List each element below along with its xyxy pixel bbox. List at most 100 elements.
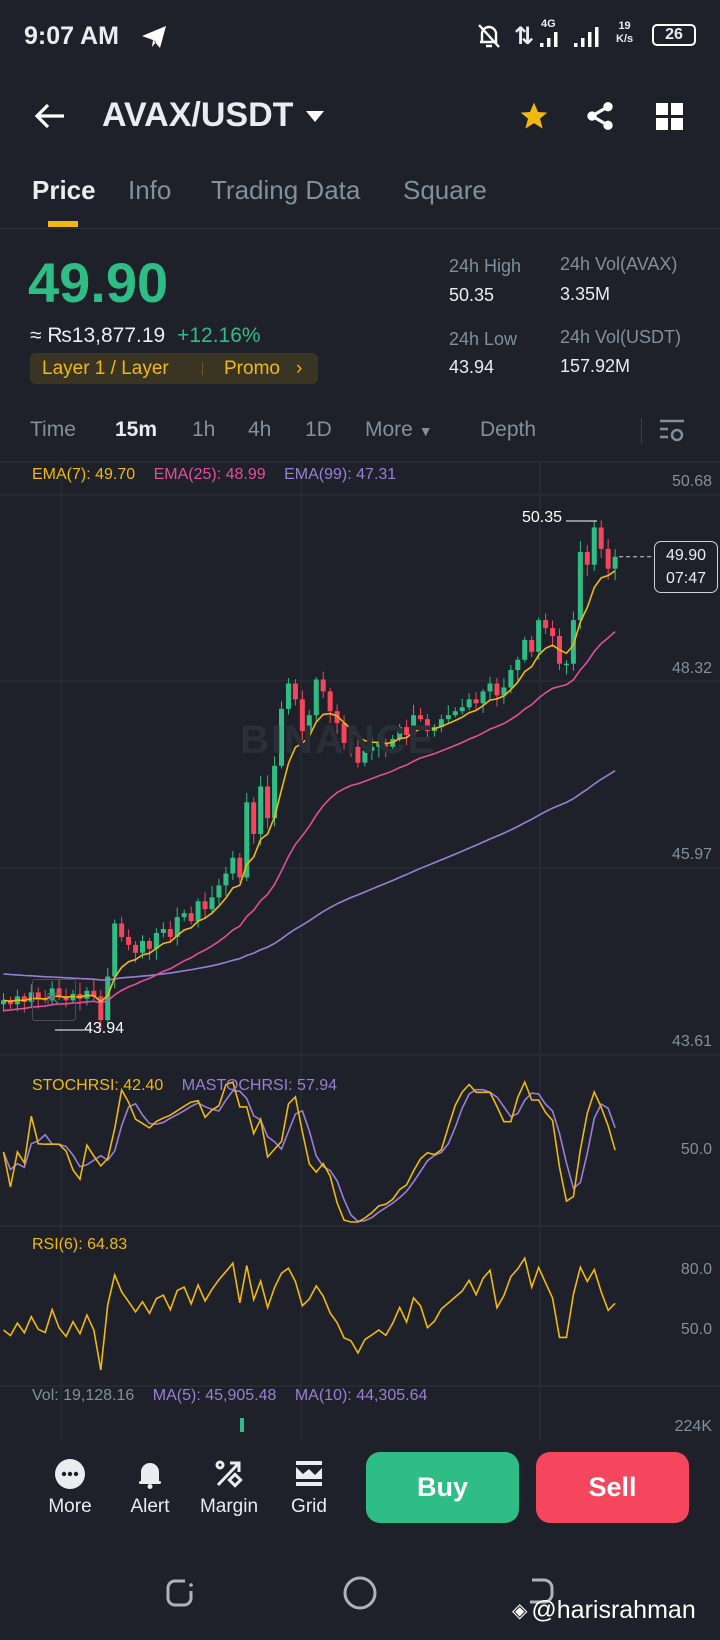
tag-separator [202, 362, 203, 375]
candle-up [258, 786, 264, 834]
marker-countdown: 07:47 [665, 570, 707, 587]
candle-down [557, 635, 562, 664]
candle-down [119, 923, 125, 937]
candle-up [459, 707, 465, 712]
more-icon [55, 1459, 85, 1489]
sell-button[interactable]: Sell [536, 1452, 689, 1523]
recent-apps-icon[interactable] [165, 1577, 195, 1609]
more-button[interactable]: More [30, 1458, 110, 1518]
high-label: 24h High [449, 256, 522, 276]
high-value: 50.35 [449, 285, 495, 305]
candle-down [550, 628, 556, 636]
tab-price[interactable]: Price [32, 175, 96, 206]
candle-up [577, 552, 583, 621]
tf-more[interactable]: More ▼ [365, 418, 433, 442]
watermark-handle: @harisrahman [531, 1596, 696, 1624]
tf-1d[interactable]: 1D [305, 418, 332, 442]
ema-legend: EMA(7): 49.70 EMA(25): 48.99 EMA(99): 47… [32, 466, 396, 484]
back-arrow-icon[interactable] [34, 102, 66, 130]
battery-indicator: 26 [652, 24, 696, 46]
candle-up [14, 996, 20, 1005]
tab-trading-data[interactable]: Trading Data [211, 175, 360, 206]
grid-menu-icon[interactable] [656, 103, 684, 131]
candle-down [126, 936, 132, 945]
candle-up [515, 659, 521, 671]
grid-trading-button[interactable]: Grid [269, 1458, 349, 1518]
notifications-off-icon [478, 24, 500, 48]
battery-level: 26 [665, 26, 683, 43]
margin-icon [215, 1460, 243, 1488]
candle-down [543, 620, 549, 629]
candle-down [598, 527, 604, 549]
net-speed-unit: K/s [616, 33, 634, 45]
candle-down [327, 691, 333, 712]
tf-15m[interactable]: 15m [115, 418, 157, 442]
candle-up [536, 620, 542, 652]
candle-up [508, 670, 514, 688]
rsi-tick: 80.0 [680, 1261, 712, 1278]
last-price-marker[interactable]: 49.90 07:47 [654, 541, 718, 593]
alert-button[interactable]: Alert [110, 1458, 190, 1518]
candle-up [272, 765, 278, 819]
candle-up [153, 932, 159, 949]
candle-down [529, 639, 535, 652]
marker-price: 49.90 [665, 547, 707, 564]
candle-up [181, 913, 187, 918]
candle-up [230, 857, 236, 874]
margin-button[interactable]: Margin [189, 1458, 269, 1518]
tf-4h[interactable]: 4h [248, 418, 271, 442]
buy-button[interactable]: Buy [366, 1452, 519, 1523]
candle-down [605, 548, 611, 569]
candle-up [522, 639, 528, 660]
candle-up [445, 715, 451, 720]
candle-up [140, 940, 145, 953]
share-icon[interactable] [584, 100, 616, 132]
net-speed: 19 K/s [616, 20, 633, 46]
price-change: +12.16% [177, 324, 261, 347]
candle-up [1, 1000, 6, 1005]
mastochrsi-value: MASTOCHRSI: 57.94 [181, 1077, 338, 1094]
grid-trading-icon [296, 1461, 322, 1486]
rsi-line [2, 1256, 616, 1371]
chart-watermark: BINANCE [240, 718, 437, 762]
candle-up [563, 663, 569, 666]
candle-up [195, 901, 201, 922]
vol-base-value: 3.35M [560, 284, 611, 304]
candle-up [591, 527, 597, 565]
last-price: 49.90 [28, 251, 169, 314]
category-tag[interactable]: Layer 1 / Layer Promo › [30, 353, 318, 384]
volume-tick: 224K [674, 1418, 712, 1432]
candle-up [487, 683, 493, 692]
stochrsi-value: STOCHRSI: 42.40 [32, 1077, 164, 1094]
tab-square[interactable]: Square [403, 175, 487, 206]
candle-down [7, 1000, 13, 1005]
active-tab-indicator [48, 221, 78, 227]
candle-up [244, 802, 250, 878]
favorite-star-icon[interactable] [518, 100, 550, 132]
ema99-line [3, 770, 616, 981]
net-speed-value: 19 [618, 20, 631, 32]
home-icon[interactable] [343, 1576, 377, 1610]
candle-down [21, 996, 27, 1002]
candle-up [216, 885, 222, 898]
ema7-value: EMA(7): 49.70 [32, 466, 136, 483]
tf-time[interactable]: Time [30, 418, 76, 442]
candle-up [570, 620, 576, 664]
candle-down [584, 552, 590, 565]
tag-label: Layer 1 / Layer [42, 358, 169, 379]
tab-info[interactable]: Info [128, 175, 171, 206]
max-price-label: 50.35 [522, 509, 563, 526]
pair-title: AVAX/USDT [102, 96, 294, 134]
tf-depth[interactable]: Depth [480, 418, 536, 442]
tf-1h[interactable]: 1h [192, 418, 215, 442]
candle-down [77, 993, 83, 999]
caret-down-icon: ▼ [418, 423, 433, 439]
chart-settings-icon[interactable] [658, 418, 686, 444]
candle-down [188, 913, 194, 922]
chevron-down-icon [306, 110, 325, 122]
margin-label: Margin [199, 1496, 259, 1517]
collapse-chart-button[interactable]: ⇱ [32, 979, 76, 1021]
more-label: More [48, 1496, 92, 1517]
pair-selector[interactable]: AVAX/USDT [102, 96, 325, 135]
price-tick: 45.97 [671, 846, 712, 863]
